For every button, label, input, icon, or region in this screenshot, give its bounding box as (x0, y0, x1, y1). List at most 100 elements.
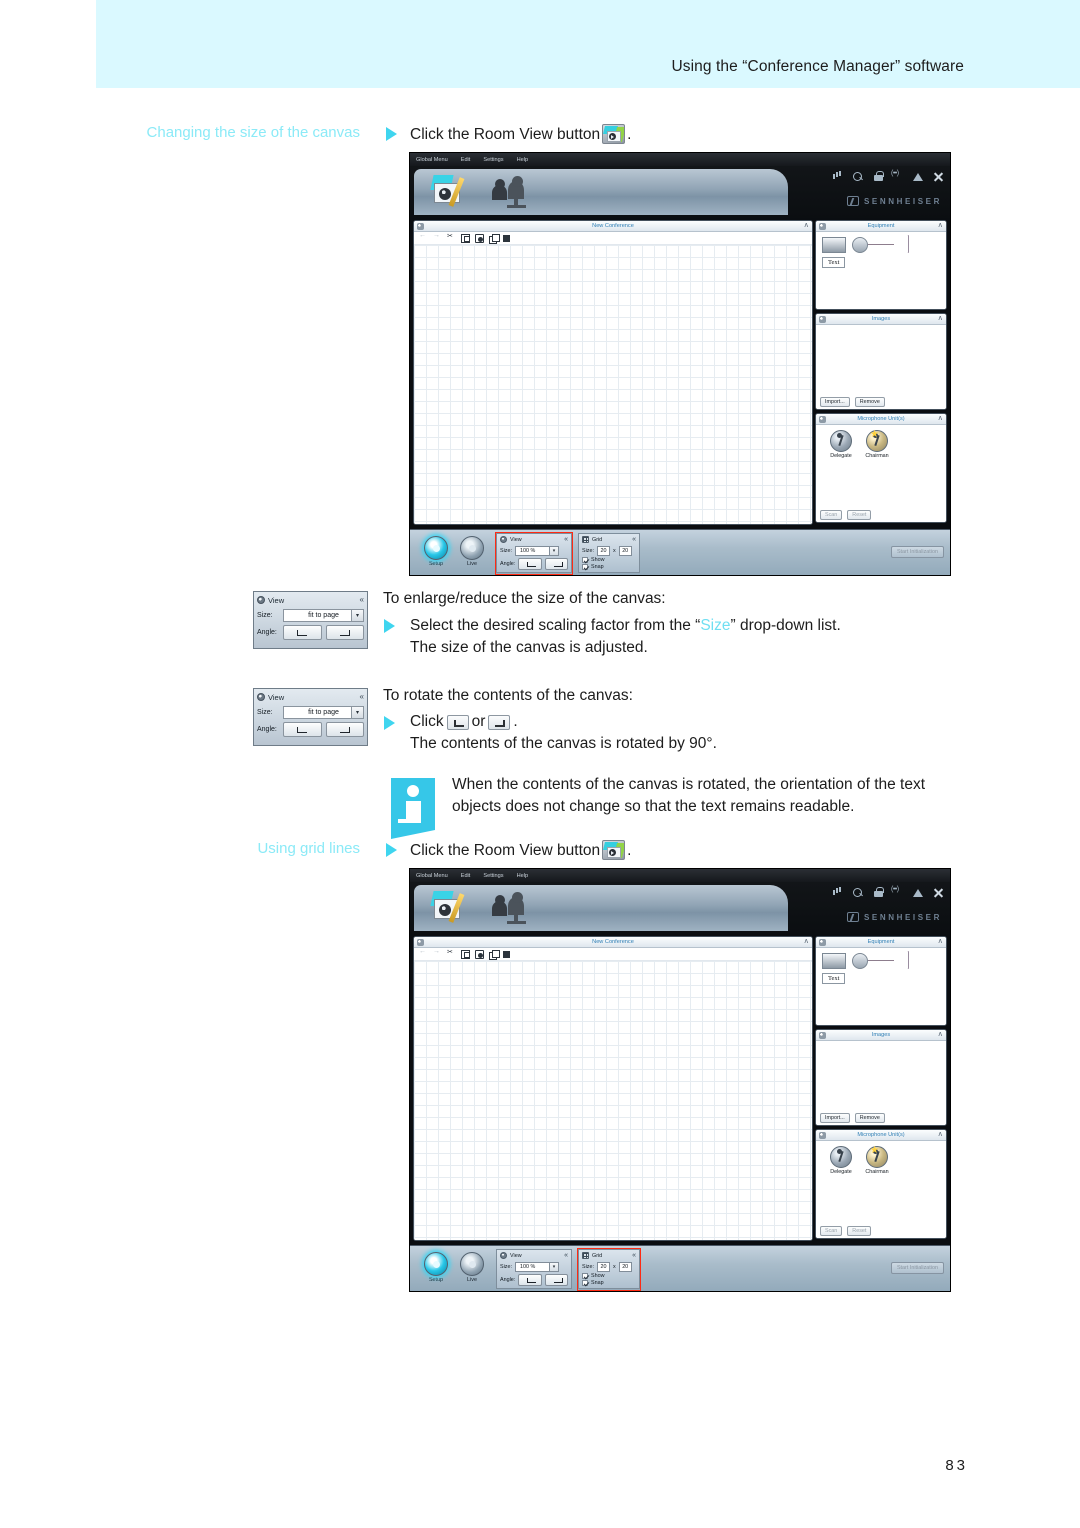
pin-icon[interactable] (819, 416, 826, 423)
window-tool-icons[interactable] (833, 170, 944, 182)
pin-icon[interactable] (819, 316, 826, 323)
equipment-screen-icon[interactable] (822, 953, 846, 969)
chevron-down-icon[interactable]: ▾ (548, 1263, 558, 1271)
volume-icon[interactable] (833, 171, 844, 182)
grid-size-x-input[interactable]: 20 (596, 546, 610, 556)
canvas-toolbar[interactable] (414, 232, 812, 245)
volume-icon[interactable] (833, 887, 844, 898)
scan-button[interactable]: Scan (820, 510, 843, 520)
equipment-screen-icon[interactable] (822, 237, 846, 253)
menu-item-edit[interactable]: Edit (461, 873, 471, 879)
pin-icon[interactable] (417, 939, 424, 946)
warning-icon[interactable] (913, 887, 924, 898)
close-icon[interactable] (933, 887, 944, 898)
collapse-icon[interactable]: « (564, 536, 568, 543)
rotate-cw-button[interactable] (544, 1274, 568, 1286)
inset-size-select[interactable]: fit to page ▾ (283, 609, 364, 622)
duplicate-icon[interactable] (489, 949, 500, 960)
menu-item-edit[interactable]: Edit (461, 157, 471, 163)
canvas-grid-surface[interactable] (414, 245, 812, 524)
mode-live[interactable]: Live (456, 536, 488, 567)
duplicate-icon[interactable] (489, 233, 500, 244)
network-icon[interactable] (891, 886, 904, 898)
collapse-icon[interactable]: « (360, 596, 364, 604)
import-button[interactable]: Import... (820, 397, 850, 407)
collapse-icon[interactable]: ʌ (805, 938, 809, 945)
equipment-table-icon[interactable] (852, 953, 868, 969)
close-icon[interactable] (933, 171, 944, 182)
scan-button[interactable]: Scan (820, 1226, 843, 1236)
inset-size-select[interactable]: fit to page ▾ (283, 706, 364, 719)
unit-chairman[interactable]: ★ Chairman (860, 430, 894, 460)
canvas-toolbar[interactable] (414, 948, 812, 961)
fill-icon[interactable] (503, 950, 512, 959)
rotate-cw-button[interactable] (325, 722, 364, 737)
rotate-ccw-button[interactable] (518, 1274, 542, 1286)
mode-live[interactable]: Live (456, 1252, 488, 1283)
grid-snap-checkbox[interactable]: Snap (582, 1280, 636, 1286)
forward-icon[interactable] (433, 948, 442, 959)
unit-delegate[interactable]: Delegate (824, 1146, 858, 1175)
grid-snap-checkbox[interactable]: Snap (582, 564, 636, 570)
collapse-icon[interactable]: « (360, 693, 364, 701)
menu-item-global-menu[interactable]: Global Menu (416, 873, 448, 879)
unit-chairman[interactable]: ★ Chairman (860, 1146, 894, 1176)
pin-icon[interactable] (819, 223, 826, 230)
reset-button[interactable]: Reset (847, 510, 872, 520)
unit-delegate[interactable]: Delegate (824, 430, 858, 459)
app-main-tab[interactable] (414, 885, 788, 931)
menu-item-help[interactable]: Help (517, 873, 529, 879)
menu-item-global-menu[interactable]: Global Menu (416, 157, 448, 163)
window-tool-icons[interactable] (833, 886, 944, 898)
equipment-text-object[interactable]: Text (822, 973, 846, 984)
cut-icon[interactable] (447, 948, 456, 959)
equipment-projector-icon[interactable] (894, 235, 908, 251)
rotate-ccw-button[interactable] (283, 625, 322, 640)
rotate-cw-button-inline[interactable] (488, 715, 511, 730)
menu-item-settings[interactable]: Settings (483, 157, 503, 163)
stamp-icon[interactable] (475, 233, 484, 243)
fill-icon[interactable] (503, 234, 512, 243)
rotate-ccw-button-inline[interactable] (446, 715, 469, 730)
view-size-select[interactable]: 100 % ▾ (514, 546, 559, 556)
collapse-icon[interactable]: ʌ (805, 222, 809, 229)
menu-item-settings[interactable]: Settings (483, 873, 503, 879)
pin-icon[interactable] (417, 223, 424, 230)
equipment-table-icon[interactable] (852, 237, 868, 253)
start-initialization-button[interactable]: Start Initialization (890, 546, 944, 558)
app-menu-bar[interactable]: Global Menu Edit Settings Help (410, 869, 950, 882)
collapse-icon[interactable]: ʌ (939, 1131, 943, 1138)
forward-icon[interactable] (433, 232, 442, 243)
back-icon[interactable] (419, 948, 428, 959)
network-icon[interactable] (891, 170, 904, 182)
zoom-icon[interactable] (853, 171, 864, 182)
collapse-icon[interactable]: « (632, 1252, 636, 1259)
view-size-select[interactable]: 100 % ▾ (514, 1262, 559, 1272)
collapse-icon[interactable]: ʌ (939, 1031, 943, 1038)
mode-setup[interactable]: Setup (420, 1252, 452, 1283)
collapse-icon[interactable]: ʌ (939, 222, 943, 229)
import-button[interactable]: Import... (820, 1113, 850, 1123)
grid-size-y-input[interactable]: 20 (618, 1262, 632, 1272)
rotate-cw-button[interactable] (544, 558, 568, 570)
canvas-grid-surface[interactable] (414, 961, 812, 1240)
back-icon[interactable] (419, 232, 428, 243)
collapse-icon[interactable]: « (632, 536, 636, 543)
pin-icon[interactable] (819, 939, 826, 946)
frame-icon[interactable] (461, 949, 470, 959)
lock-icon[interactable] (873, 171, 884, 182)
rotate-cw-button[interactable] (325, 625, 364, 640)
chevron-down-icon[interactable]: ▾ (351, 707, 363, 718)
grid-size-x-input[interactable]: 20 (596, 1262, 610, 1272)
grid-show-checkbox[interactable]: Show (582, 557, 636, 563)
rotate-ccw-button[interactable] (283, 722, 322, 737)
pin-icon[interactable] (819, 1132, 826, 1139)
collapse-icon[interactable]: ʌ (939, 315, 943, 322)
chevron-down-icon[interactable]: ▾ (548, 547, 558, 555)
collapse-icon[interactable]: « (564, 1252, 568, 1259)
lock-icon[interactable] (873, 887, 884, 898)
zoom-icon[interactable] (853, 887, 864, 898)
remove-button[interactable]: Remove (854, 397, 885, 407)
cut-icon[interactable] (447, 232, 456, 243)
warning-icon[interactable] (913, 171, 924, 182)
